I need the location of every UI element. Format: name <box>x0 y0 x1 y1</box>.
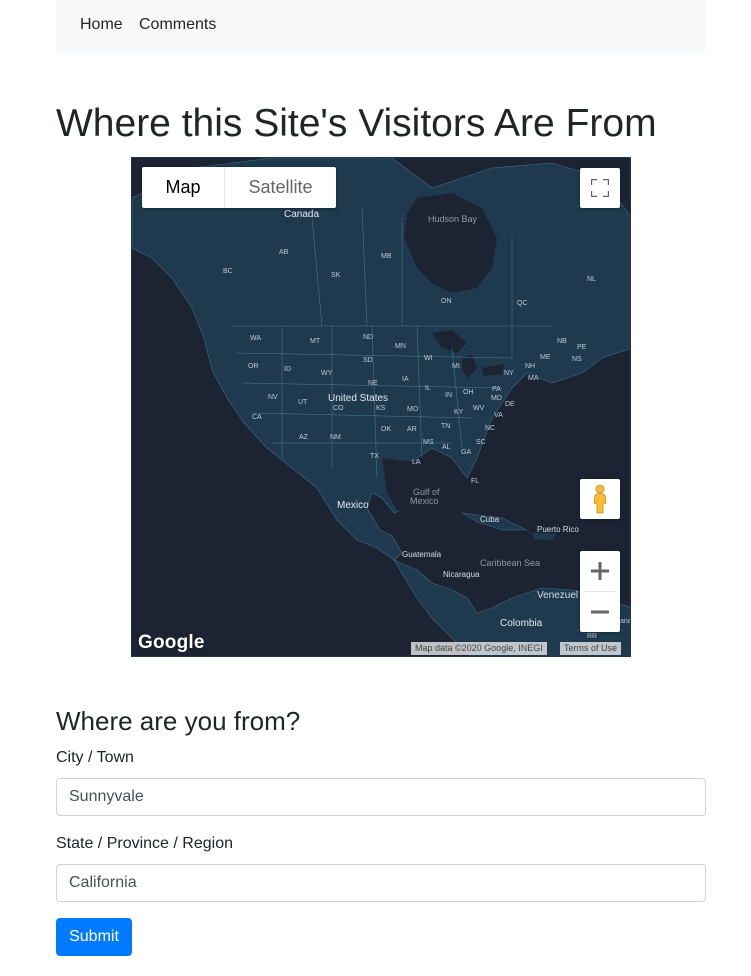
label-ny: NY <box>504 370 514 377</box>
label-al: AL <box>442 444 451 451</box>
label-mexico: Mexico <box>337 500 369 511</box>
label-la: LA <box>412 459 421 466</box>
label-ma: MA <box>528 375 539 382</box>
label-qc: QC <box>517 300 528 307</box>
label-az: AZ <box>299 434 308 441</box>
label-ia: IA <box>402 376 409 383</box>
label-ga: GA <box>461 449 472 456</box>
label-wi: WI <box>424 355 433 362</box>
map-attribution: Map data ©2020 Google, INEGI <box>411 642 547 655</box>
label-id: ID <box>284 366 291 373</box>
label-mn: MN <box>395 343 406 350</box>
label-ar: AR <box>407 426 417 433</box>
label-nicaragua: Nicaragua <box>443 570 480 579</box>
map-type-control: Map Satellite <box>142 167 336 208</box>
label-nh: NH <box>525 363 536 370</box>
nav-comments-link[interactable]: Comments <box>139 16 216 34</box>
label-va: VA <box>494 412 503 419</box>
label-pe: PE <box>577 344 587 351</box>
label-ns: NS <box>572 356 582 363</box>
label-bc: BC <box>223 268 233 275</box>
label-wa: WA <box>250 335 262 342</box>
fullscreen-button[interactable] <box>580 168 620 208</box>
label-mb: MB <box>381 253 392 260</box>
label-il: IL <box>425 385 431 392</box>
label-canada: Canada <box>284 209 320 220</box>
label-ks: KS <box>376 405 386 412</box>
label-ky: KY <box>454 409 464 416</box>
label-me: ME <box>540 354 551 361</box>
state-label: State / Province / Region <box>56 835 233 852</box>
label-nv: NV <box>268 394 278 401</box>
label-ca: CA <box>252 414 262 421</box>
label-ut: UT <box>298 399 308 406</box>
label-mo: MO <box>407 406 419 413</box>
label-in: IN <box>445 392 452 399</box>
label-md: MD <box>491 395 502 402</box>
label-ab: AB <box>279 249 289 256</box>
label-tn: TN <box>441 423 451 430</box>
street-view-pegman[interactable] <box>580 479 620 519</box>
form-title: Where are you from? <box>56 706 301 736</box>
label-tx: TX <box>370 453 379 460</box>
label-mt: MT <box>310 338 321 345</box>
label-wv: WV <box>473 405 485 412</box>
label-gulf-2: Mexico <box>410 496 439 506</box>
state-input[interactable] <box>56 864 706 902</box>
label-sc: SC <box>476 439 486 446</box>
zoom-control <box>580 551 620 632</box>
label-de: DE <box>505 401 515 408</box>
label-colombia: Colombia <box>500 618 543 629</box>
plus-icon <box>591 562 609 580</box>
fullscreen-icon <box>591 179 609 197</box>
zoom-out-button[interactable] <box>580 592 620 632</box>
label-mi: MI <box>452 363 460 370</box>
label-pa: PA <box>492 386 501 393</box>
label-united-states: United States <box>328 393 389 404</box>
terms-of-use-link[interactable]: Terms of Use <box>560 642 622 655</box>
label-co: CO <box>333 405 344 412</box>
label-wy: WY <box>321 370 333 377</box>
label-nc: NC <box>485 425 496 432</box>
label-sd: SD <box>363 357 373 364</box>
submit-button[interactable]: Submit <box>56 918 132 956</box>
page-title: Where this Site's Visitors Are From <box>56 102 657 145</box>
city-input[interactable] <box>56 778 706 816</box>
minus-icon <box>591 610 609 614</box>
label-puerto-rico: Puerto Rico <box>537 525 579 534</box>
label-guatemala: Guatemala <box>402 550 442 559</box>
map-type-satellite-button[interactable]: Satellite <box>224 167 336 208</box>
label-or: OR <box>248 363 259 370</box>
label-on: ON <box>441 298 452 305</box>
visitor-map[interactable]: Canada Hudson Bay United States Mexico G… <box>131 157 631 657</box>
label-caribbean: Caribbean Sea <box>480 558 541 568</box>
city-label: City / Town <box>56 749 134 766</box>
label-fl: FL <box>471 478 480 485</box>
label-venezuela: Venezuel <box>537 590 579 601</box>
nav-home-link[interactable]: Home <box>80 16 123 34</box>
map-type-map-button[interactable]: Map <box>142 167 224 208</box>
label-ana: ana <box>620 618 631 625</box>
navbar: Home Comments <box>56 0 706 53</box>
label-oh: OH <box>463 389 474 396</box>
label-ms: MS <box>423 439 434 446</box>
label-cuba: Cuba <box>480 515 500 524</box>
label-hudson-bay: Hudson Bay <box>428 214 478 224</box>
label-sk: SK <box>331 272 341 279</box>
label-nm: NM <box>330 434 341 441</box>
pegman-icon <box>593 484 607 514</box>
label-nd: ND <box>363 334 374 341</box>
label-ok: OK <box>381 426 392 433</box>
google-logo: Google <box>138 632 205 653</box>
label-ne: NE <box>368 380 378 387</box>
label-nl: NL <box>587 276 596 283</box>
label-nb: NB <box>557 338 567 345</box>
label-rr: RR <box>587 633 598 640</box>
zoom-in-button[interactable] <box>580 551 620 591</box>
